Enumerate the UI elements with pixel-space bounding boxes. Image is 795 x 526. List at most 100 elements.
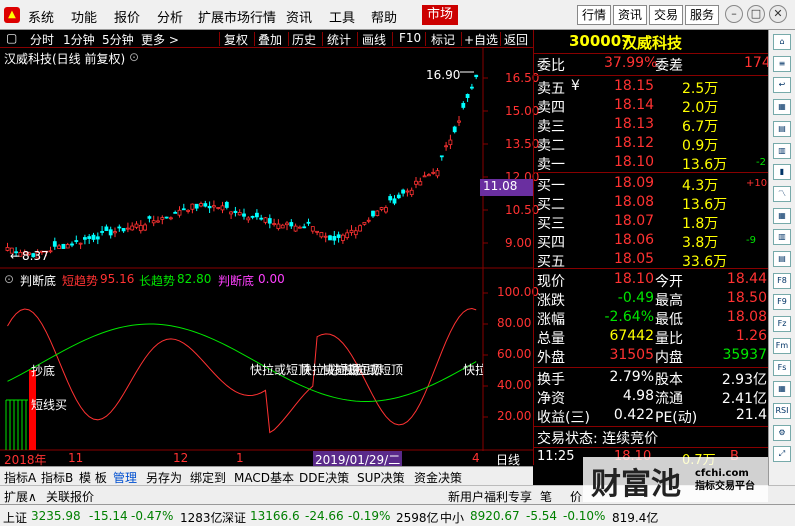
candle-body xyxy=(297,226,302,229)
candles xyxy=(5,74,479,259)
btn-extend[interactable]: 扩展∧ xyxy=(4,488,37,505)
home-icon[interactable]: ⌂ xyxy=(773,34,791,50)
bid-row[interactable]: 买三 18.07 1.8万 xyxy=(534,212,769,232)
fz-icon[interactable]: Fz xyxy=(773,316,791,333)
candle-body xyxy=(104,226,109,231)
bid-row[interactable]: 买二 18.08 13.6万 xyxy=(534,193,769,213)
sz-change: -24.66 xyxy=(305,509,344,523)
tab-quotes[interactable]: 行情 xyxy=(577,5,612,25)
tab-5[interactable]: 绑定到 xyxy=(190,469,226,486)
tab-1[interactable]: 指标B xyxy=(41,469,73,486)
tab-service[interactable]: 服务 xyxy=(685,5,720,25)
kline-svg[interactable] xyxy=(0,48,533,465)
ask-volume: 13.6万 xyxy=(682,157,728,173)
btn-overlay[interactable]: 叠加 xyxy=(258,31,282,48)
candle-body xyxy=(78,242,83,245)
btn-mark[interactable]: 标记 xyxy=(431,31,455,48)
candle-icon[interactable]: ▮ xyxy=(773,164,791,181)
btn-5min[interactable]: 5分钟 xyxy=(102,31,134,48)
btn-fuquan[interactable]: 复权 xyxy=(224,31,248,48)
menu-help[interactable]: 帮助 xyxy=(371,7,397,26)
tab-trade[interactable]: 交易 xyxy=(649,5,684,25)
tab-0[interactable]: 指标A xyxy=(4,469,36,486)
candle-body xyxy=(181,208,186,211)
ask-label: 卖三 xyxy=(537,119,565,135)
btn-timeshare[interactable]: 分时 xyxy=(30,31,54,48)
date-axis-3: 12 xyxy=(173,451,189,465)
back-icon[interactable]: ↩ xyxy=(773,77,791,94)
close-icon[interactable]: ✕ xyxy=(769,5,787,23)
btn-draw[interactable]: 画线 xyxy=(362,31,386,48)
tab-2[interactable]: 模 板 xyxy=(79,469,107,486)
fs-icon[interactable]: Fs xyxy=(773,359,791,376)
btn-price[interactable]: 价 xyxy=(570,488,582,505)
tab-3[interactable]: 管理 xyxy=(113,469,137,486)
bid-row[interactable]: 买四 18.06 3.8万 -9 xyxy=(534,231,769,251)
watermark-logo: 财富池 xyxy=(591,467,681,502)
btn-stats[interactable]: 统计 xyxy=(327,31,351,48)
menu-function[interactable]: 功能 xyxy=(71,7,97,26)
ask-row[interactable]: 卖一 18.10 13.6万 -2 xyxy=(534,153,769,173)
calendar-icon[interactable]: ▦ xyxy=(773,381,791,398)
sh-change: -15.14 xyxy=(89,509,128,523)
btn-back[interactable]: 返回 xyxy=(504,31,528,48)
expand-icon[interactable]: ⤢ xyxy=(773,446,791,463)
stat-label: 股本 xyxy=(655,372,683,388)
bar-icon[interactable]: ▥ xyxy=(773,229,791,246)
menu-market[interactable]: 市场 xyxy=(422,5,459,25)
ask-row[interactable]: 卖三 18.13 6.7万 xyxy=(534,115,769,135)
ask-row[interactable]: 卖二 18.12 0.9万 xyxy=(534,134,769,154)
menu-extended-market[interactable]: 扩展市场行情 xyxy=(198,7,276,26)
menu-tools[interactable]: 工具 xyxy=(329,7,355,26)
minimize-icon[interactable]: – xyxy=(725,5,743,23)
ask-row[interactable]: 卖四 18.14 2.0万 xyxy=(534,96,769,116)
grid-icon[interactable]: ▥ xyxy=(773,142,791,159)
candle-body xyxy=(74,240,79,242)
fm-icon[interactable]: Fm xyxy=(773,337,791,354)
kline-chart-panel[interactable]: 汉威科技(日线 前复权) ⊙ 16.90 8.37 ← 16.50 15.00 … xyxy=(0,48,539,468)
chart-menu-icon[interactable]: ⊙ xyxy=(129,50,139,64)
candle-body xyxy=(332,236,337,241)
candle-body xyxy=(349,229,354,233)
menu-news[interactable]: 资讯 xyxy=(286,7,312,26)
list-icon[interactable]: ≡ xyxy=(773,55,791,72)
indicator-menu-icon[interactable]: ⊙ xyxy=(4,272,14,286)
settings-icon[interactable]: ⚙ xyxy=(773,424,791,441)
candle-body xyxy=(315,230,320,233)
ff-icon[interactable]: F9 xyxy=(773,294,791,311)
rsi-icon[interactable]: RSI xyxy=(773,402,791,419)
tab-4[interactable]: 另存为 xyxy=(146,469,182,486)
menu-system[interactable]: 系统 xyxy=(28,7,54,26)
maximize-icon[interactable]: □ xyxy=(747,5,765,23)
sz-label: 深证 xyxy=(222,511,247,525)
fa-icon[interactable]: F8 xyxy=(773,272,791,289)
btn-new-user-benefit[interactable]: 新用户福利专享 xyxy=(448,488,532,505)
line-icon[interactable]: 〽 xyxy=(773,185,791,202)
bid-row[interactable]: 买一 18.09 4.3万 +10 xyxy=(534,174,769,194)
btn-history[interactable]: 历史 xyxy=(292,31,316,48)
tab-6[interactable]: MACD基本 xyxy=(234,469,294,486)
ask-row[interactable]: 卖五 ¥18.15 2.5万 xyxy=(534,77,769,97)
chart-icon[interactable]: ▤ xyxy=(773,120,791,137)
btn-tick[interactable]: 笔 xyxy=(540,488,552,505)
bid-row[interactable]: 买五 18.05 33.6万 xyxy=(534,250,769,270)
book-icon[interactable]: ▦ xyxy=(773,99,791,116)
btn-more[interactable]: 更多 > xyxy=(141,31,179,48)
bid-volume: 4.3万 xyxy=(682,178,719,194)
ask-price: 18.13 xyxy=(614,116,655,132)
table-icon[interactable]: ▤ xyxy=(773,251,791,267)
btn-related-quotes[interactable]: 关联报价 xyxy=(46,488,94,505)
menu-analysis[interactable]: 分析 xyxy=(157,7,183,26)
btn-1min[interactable]: 1分钟 xyxy=(63,31,95,48)
btn-f10[interactable]: F10 xyxy=(399,31,421,45)
candle-body xyxy=(422,175,427,178)
btn-add-watchlist[interactable]: +自选 xyxy=(464,31,498,48)
tab-7[interactable]: DDE决策 xyxy=(299,469,349,486)
tab-news[interactable]: 资讯 xyxy=(613,5,648,25)
tab-8[interactable]: SUP决策 xyxy=(357,469,405,486)
stat-value: 1.26 xyxy=(735,328,767,344)
menu-quote[interactable]: 报价 xyxy=(114,7,140,26)
grid2-icon[interactable]: ▦ xyxy=(773,207,791,224)
candle-body xyxy=(246,217,251,221)
tab-9[interactable]: 资金决策 xyxy=(414,469,462,486)
